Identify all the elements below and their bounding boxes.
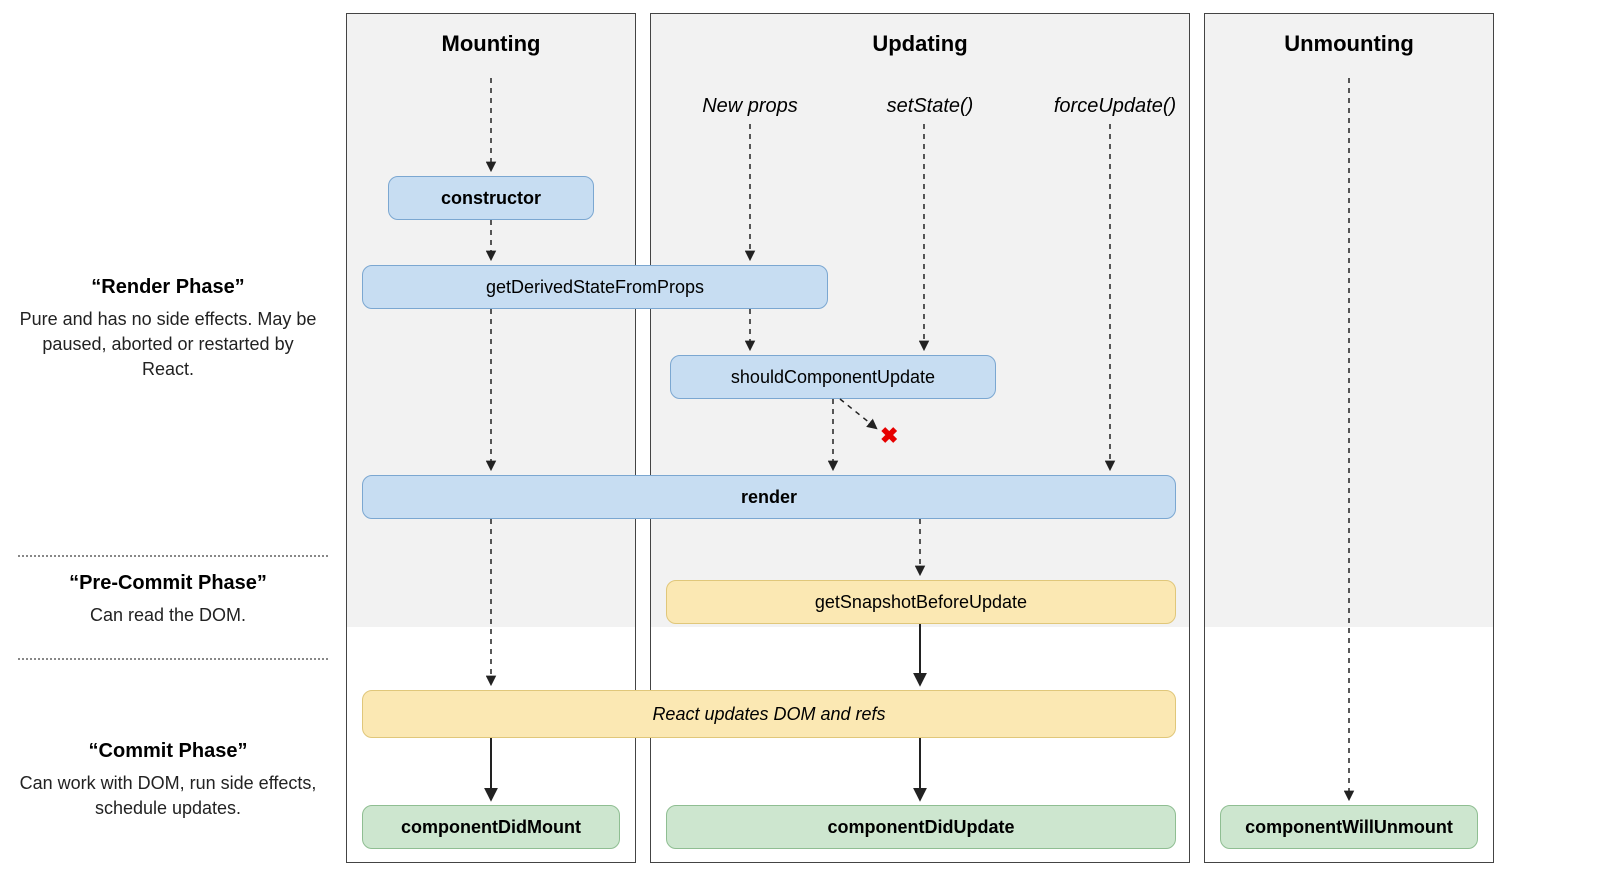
commit-phase-label: “Commit Phase” Can work with DOM, run si…	[18, 740, 318, 821]
trigger-new-props: New props	[680, 95, 820, 118]
component-did-mount-box: componentDidMount	[362, 805, 620, 849]
unmounting-column: Unmounting	[1204, 13, 1494, 863]
render-box: render	[362, 475, 1176, 519]
unmounting-shade	[1205, 14, 1493, 627]
precommit-phase-desc: Can read the DOM.	[18, 603, 318, 628]
mounting-shade	[347, 14, 635, 627]
divider-precommit-commit	[18, 658, 328, 660]
commit-phase-title: “Commit Phase”	[18, 740, 318, 763]
cross-icon: ✖	[880, 423, 898, 449]
divider-render-precommit	[18, 555, 328, 557]
trigger-force-update: forceUpdate()	[1040, 95, 1190, 118]
precommit-phase-title: “Pre-Commit Phase”	[18, 572, 318, 595]
render-phase-label: “Render Phase” Pure and has no side effe…	[18, 276, 318, 383]
component-did-update-box: componentDidUpdate	[666, 805, 1176, 849]
mounting-header: Mounting	[347, 14, 635, 74]
constructor-box: constructor	[388, 176, 594, 220]
precommit-phase-label: “Pre-Commit Phase” Can read the DOM.	[18, 572, 318, 628]
render-phase-title: “Render Phase”	[18, 276, 318, 299]
get-derived-state-box: getDerivedStateFromProps	[362, 265, 828, 309]
react-updates-box: React updates DOM and refs	[362, 690, 1176, 738]
should-component-update-box: shouldComponentUpdate	[670, 355, 996, 399]
updating-header: Updating	[651, 14, 1189, 74]
commit-phase-desc: Can work with DOM, run side effects, sch…	[18, 771, 318, 821]
component-will-unmount-box: componentWillUnmount	[1220, 805, 1478, 849]
trigger-set-state: setState()	[870, 95, 990, 118]
unmounting-header: Unmounting	[1205, 14, 1493, 74]
get-snapshot-box: getSnapshotBeforeUpdate	[666, 580, 1176, 624]
render-phase-desc: Pure and has no side effects. May be pau…	[18, 307, 318, 383]
